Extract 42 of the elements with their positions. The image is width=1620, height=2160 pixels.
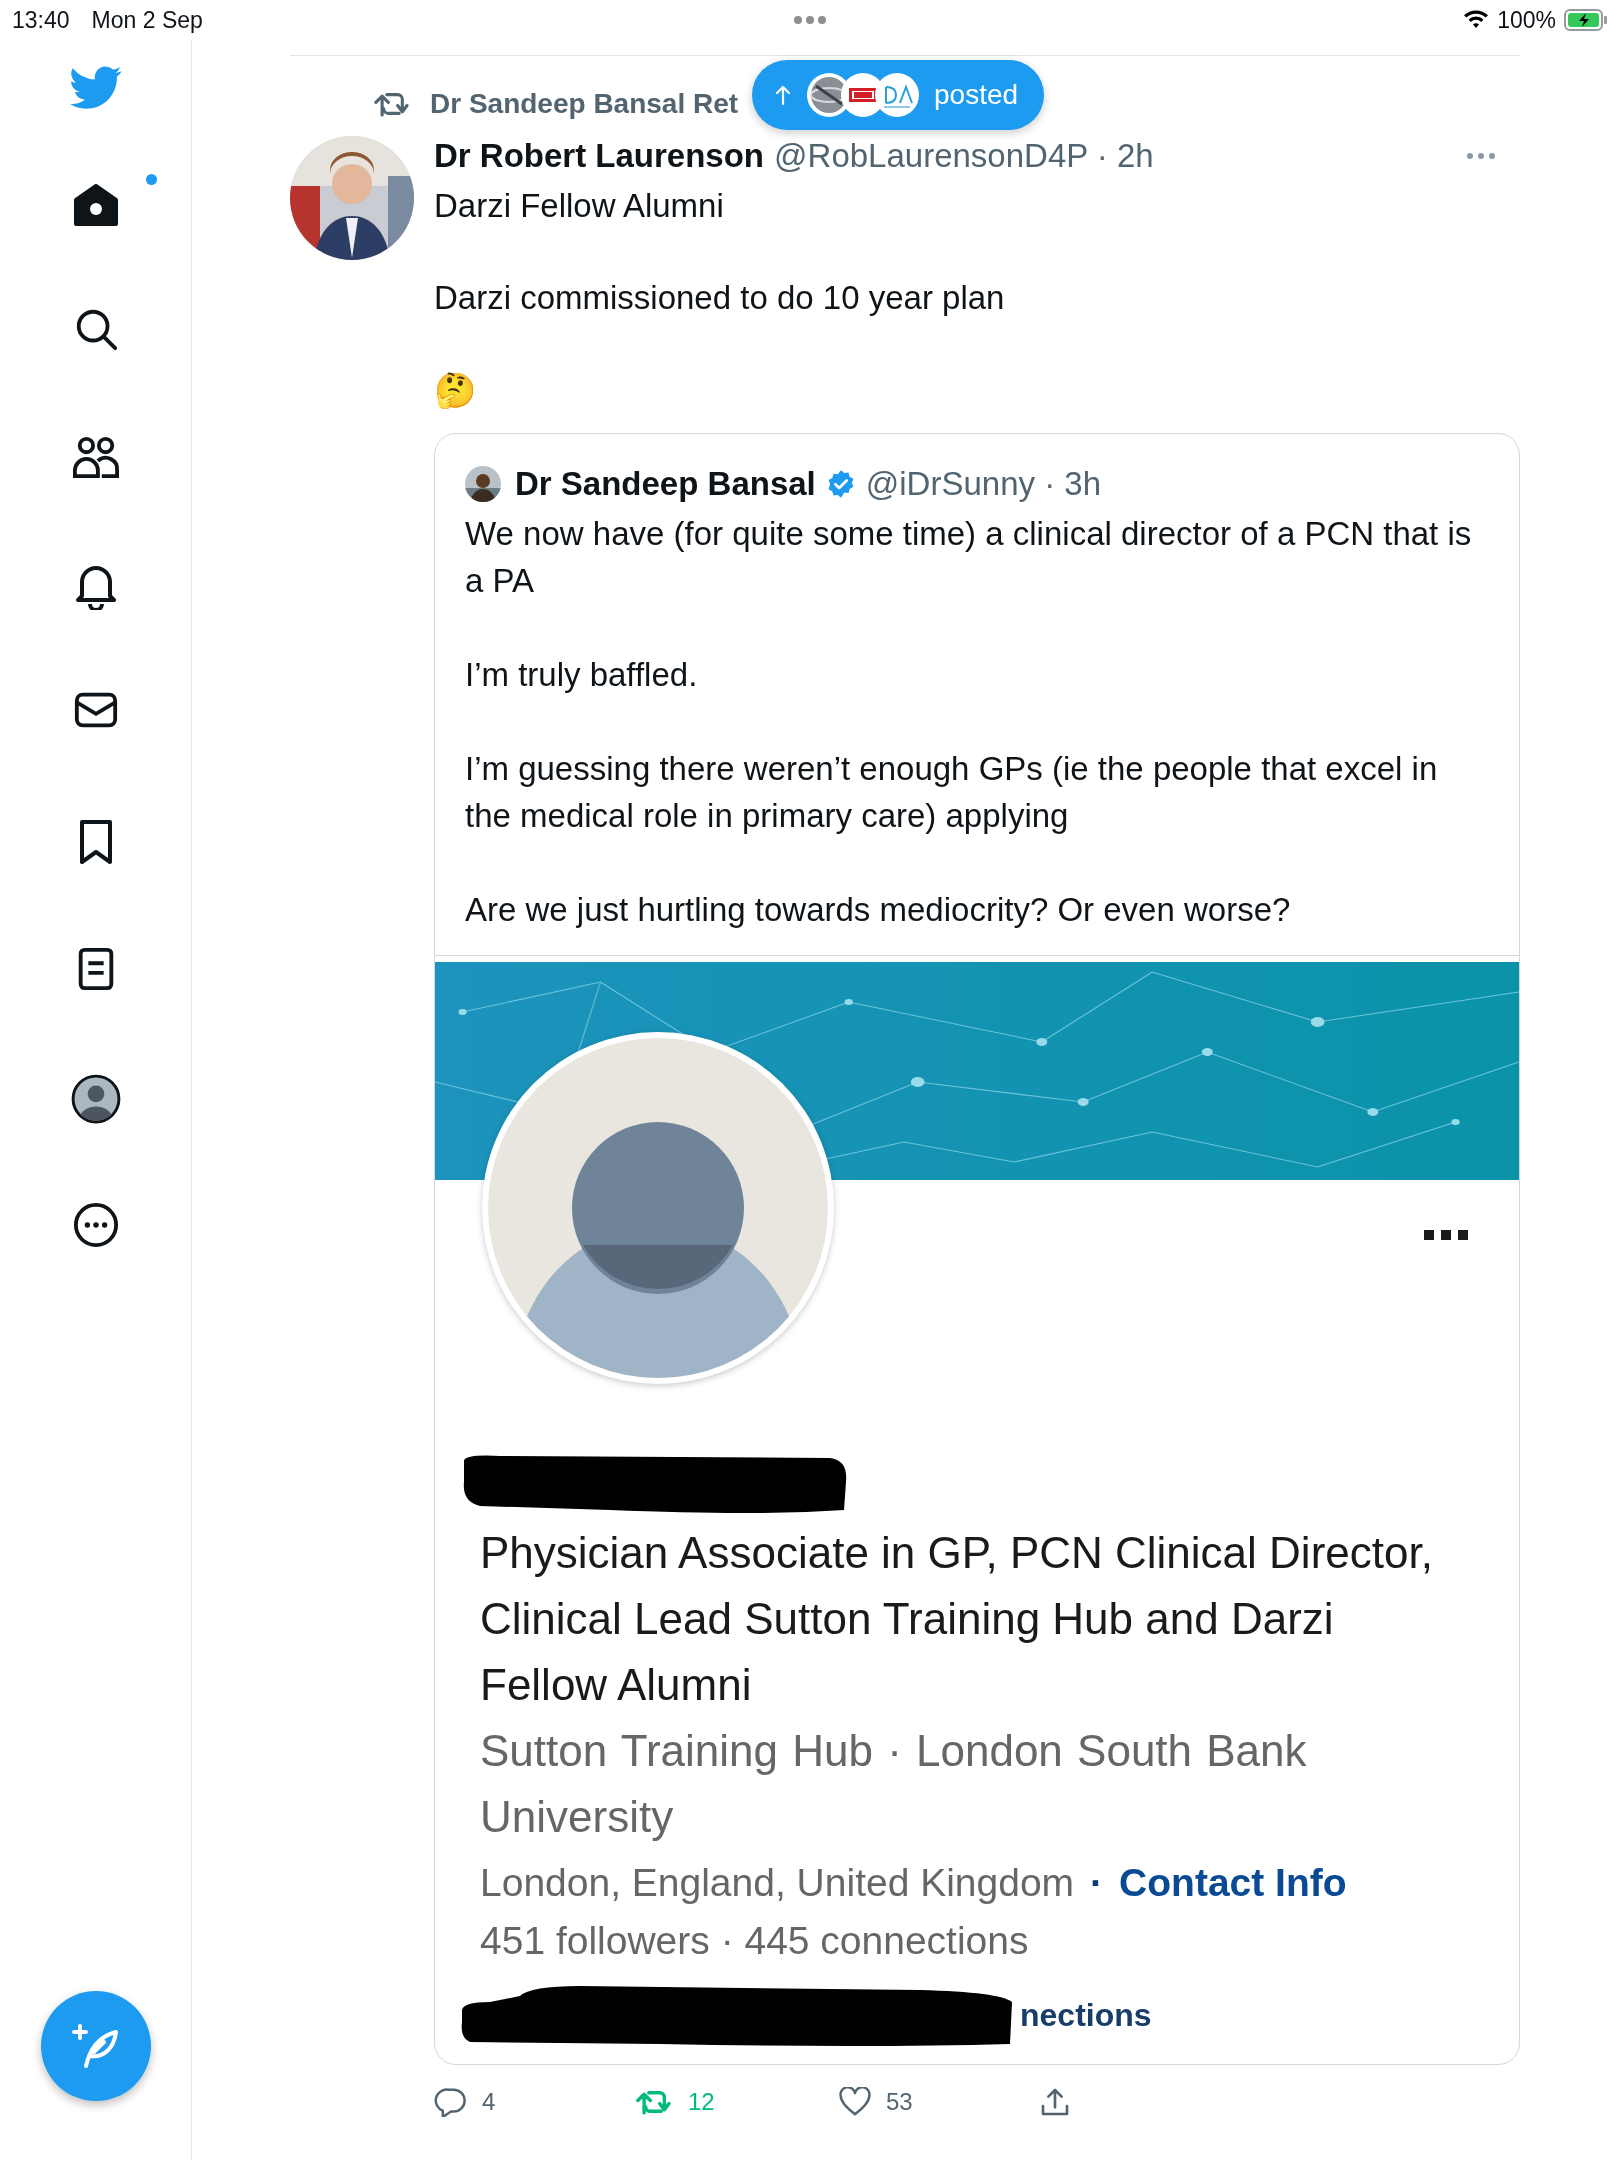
quoted-tweet-text: I’m truly baffled. [465,655,699,695]
like-button[interactable]: 53 [838,2087,913,2117]
quoted-tweet-text: We now have (for quite some time) a clinical director of a PCN that is a PA [465,514,1473,601]
retweet-icon [374,90,412,118]
battery-icon [1564,9,1608,31]
separator-dot: · [1090,1860,1104,1906]
more-icon[interactable] [72,1202,119,1248]
profile-organizations: Sutton Training Hub · London South Bank University [480,1725,1308,1843]
reply-icon [434,2087,468,2117]
heart-icon [838,2087,872,2117]
status-time: 13:40 [12,6,70,34]
share-icon [1040,2086,1070,2118]
quoted-author-name[interactable]: Dr Sandeep Bansal [515,465,816,503]
battery-percent: 100% [1497,6,1556,34]
mail-icon[interactable] [72,690,119,730]
profile-avatar-icon[interactable] [70,1074,121,1124]
profile-mutual-text: nections [1020,1996,1152,2034]
quoted-author-handle[interactable]: @iDrSunny · 3h [865,465,1102,503]
multitasking-icon[interactable] [793,15,827,25]
reply-button[interactable]: 4 [434,2087,496,2117]
more-icon [1424,1229,1468,1241]
thinking-emoji: 🤔 [434,369,476,412]
retweeted-by-label: Dr Sandeep Bansal Ret [430,88,739,120]
contact-info-link[interactable]: Contact Info [1119,1854,1347,1912]
author-name[interactable]: Dr Robert Laurenson [434,137,765,175]
quoted-tweet-text: I’m guessing there weren’t enough GPs (ie the people that excel in the medical role in primary care) applying [465,749,1439,836]
tweet-text: Darzi commissioned to do 10 year plan [434,278,1006,318]
profile-stats: 451 followers · 445 connections [480,1918,1030,1964]
quoted-tweet-card[interactable] [434,433,1520,2065]
profile-headline: Physician Associate in GP, PCN Clinical Director, Clinical Lead Sutton Training Hub and Darzi Fellow Alumni [480,1527,1434,1711]
compose-button[interactable] [40,1991,151,2101]
bird-logo-icon[interactable] [68,66,123,110]
status-date: Mon 2 Sep [91,6,203,34]
retweet-icon [636,2088,674,2116]
wifi-icon [1463,10,1490,30]
profile-location: London, England, United Kingdom [480,1860,1075,1906]
quoted-tweet-text: Are we just hurtling towards mediocrity? Or even worse? [465,890,1292,930]
arrow-up-icon [774,84,792,106]
share-button[interactable] [1040,2086,1070,2118]
tweet-text: Darzi Fellow Alumni [434,186,725,226]
author-handle[interactable]: @RobLaurensonD4P · 2h [774,137,1154,175]
people-icon[interactable] [70,434,121,480]
